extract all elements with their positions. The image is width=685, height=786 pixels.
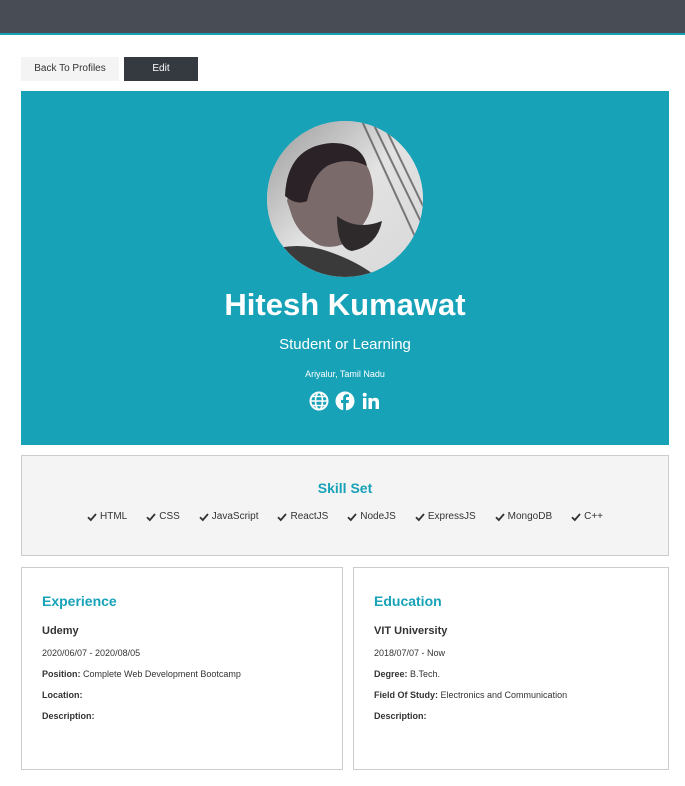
experience-location: Location:: [42, 690, 83, 700]
edit-profile-button[interactable]: Edit Profile: [124, 57, 198, 98]
education-dates: 2018/07/07 - Now: [374, 648, 446, 658]
skill-item: JavaScript: [199, 511, 258, 522]
check-icon: [199, 512, 209, 521]
check-icon: [415, 512, 425, 521]
facebook-icon[interactable]: [335, 391, 355, 411]
skill-set-title: Skill Set: [317, 480, 373, 496]
experience-company: Udemy: [42, 625, 79, 637]
experience-dates: 2020/06/07 - 2020/08/05: [42, 648, 141, 658]
skill-item: CSS: [146, 511, 180, 522]
check-icon: [347, 512, 357, 521]
education-card: Education VIT University 2018/07/07 - No…: [353, 567, 669, 770]
skill-item: ReactJS: [277, 511, 328, 522]
education-field: Field Of Study: Electronics and Communic…: [374, 690, 568, 700]
check-icon: [571, 512, 581, 521]
experience-title: Experience: [42, 593, 117, 609]
profile-name: Hitesh Kumawat: [224, 287, 466, 322]
experience-card: Experience Udemy 2020/06/07 - 2020/08/05…: [21, 567, 343, 770]
education-title: Education: [374, 593, 442, 609]
skill-item: C++: [571, 511, 603, 522]
skill-item: MongoDB: [495, 511, 552, 522]
skill-set-section: Skill Set HTML CSS JavaScript ReactJS No…: [21, 455, 669, 556]
education-school: VIT University: [374, 625, 448, 637]
profile-actions: Back To Profiles Edit Profile: [21, 57, 198, 98]
check-icon: [87, 512, 97, 521]
profile-header: Hitesh Kumawat Student or Learning Ariya…: [21, 91, 669, 445]
experience-description: Description:: [42, 711, 95, 721]
skill-item: HTML: [87, 511, 127, 522]
check-icon: [146, 512, 156, 521]
skill-item: NodeJS: [347, 511, 396, 522]
avatar: [267, 121, 423, 277]
social-links: [21, 391, 669, 411]
avatar-photo: [267, 121, 423, 277]
linkedin-icon[interactable]: [361, 391, 381, 411]
profile-location: Ariyalur, Tamil Nadu: [305, 369, 385, 379]
education-description: Description:: [374, 711, 427, 721]
top-navbar: [0, 0, 685, 35]
education-degree: Degree: B.Tech.: [374, 669, 441, 679]
globe-icon[interactable]: [309, 391, 329, 411]
skill-item: ExpressJS: [415, 511, 476, 522]
skill-list: HTML CSS JavaScript ReactJS NodeJS Expre…: [22, 511, 668, 522]
check-icon: [495, 512, 505, 521]
profile-status: Student or Learning: [279, 336, 411, 353]
back-to-profiles-button[interactable]: Back To Profiles: [21, 57, 119, 81]
experience-position: Position: Complete Web Development Bootc…: [42, 669, 241, 679]
check-icon: [277, 512, 288, 521]
